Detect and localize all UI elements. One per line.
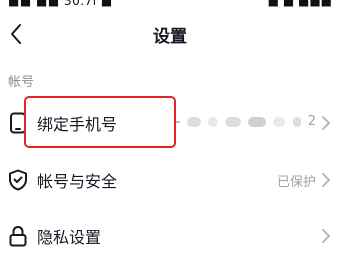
settings-row-label: 隐私设置 bbox=[37, 228, 102, 247]
chevron-right-icon bbox=[322, 116, 330, 130]
phone-last-digit: 2 bbox=[307, 114, 316, 129]
chevron-right-icon bbox=[322, 229, 330, 243]
settings-row-label: 帐号与安全 bbox=[37, 172, 118, 191]
settings-row-privacy[interactable]: 隐私设置 bbox=[0, 208, 340, 264]
masked-phone bbox=[173, 114, 304, 129]
page-title: 设置 bbox=[153, 27, 187, 47]
highlight-box bbox=[24, 96, 176, 148]
shield-check-icon bbox=[9, 169, 27, 191]
status-bar: ■■ ■■ 30.7ı ■ ■ ■ ■■■ bbox=[0, 0, 340, 10]
settings-row-account-security[interactable]: 帐号与安全 已保护 bbox=[0, 152, 340, 208]
status-bar-left: ■■ ■■ 30.7ı ■ bbox=[8, 0, 113, 8]
security-status: 已保护 bbox=[276, 175, 316, 190]
top-bar: 设置 bbox=[0, 14, 340, 54]
chevron-right-icon bbox=[322, 173, 330, 187]
section-label-account: 帐号 bbox=[8, 75, 35, 90]
lock-icon bbox=[9, 225, 27, 247]
phone-number-value: 2 bbox=[173, 114, 316, 129]
status-bar-right: ■ ■ ■■■ bbox=[267, 0, 332, 8]
